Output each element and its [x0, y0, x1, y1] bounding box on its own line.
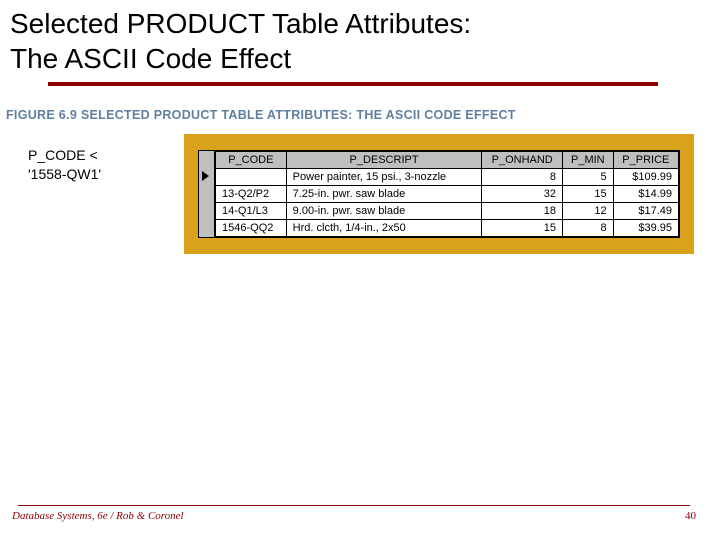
cell-ponhand: 8: [482, 169, 563, 186]
table-body: 11QER/31 Power painter, 15 psi., 3-nozzl…: [216, 169, 679, 237]
cell-pprice: $109.99: [613, 169, 678, 186]
table-row: 13-Q2/P2 7.25-in. pwr. saw blade 32 15 $…: [216, 186, 679, 203]
query-line-1: P_CODE <: [28, 147, 98, 163]
query-line-2: '1558-QW1': [28, 166, 101, 182]
page-number: 40: [685, 510, 696, 522]
query-text: P_CODE < '1558-QW1': [28, 146, 178, 184]
cell-pprice: $17.49: [613, 203, 678, 220]
cell-pdescript: Power painter, 15 psi., 3-nozzle: [286, 169, 482, 186]
cell-ponhand: 18: [482, 203, 563, 220]
footer-row: Database Systems, 6e / Rob & Coronel 40: [0, 506, 720, 522]
cell-pprice: $39.95: [613, 220, 678, 237]
cell-pmin: 12: [562, 203, 613, 220]
cell-pmin: 5: [562, 169, 613, 186]
cell-ponhand: 32: [482, 186, 563, 203]
cell-pmin: 8: [562, 220, 613, 237]
figure-number: FIGURE 6.9: [6, 108, 77, 122]
cell-pdescript: 9.00-in. pwr. saw blade: [286, 203, 482, 220]
content-row: P_CODE < '1558-QW1' P_CODE P_DESCRIPT P_…: [0, 130, 720, 254]
slide: Selected PRODUCT Table Attributes: The A…: [0, 0, 720, 540]
cell-pprice: $14.99: [613, 186, 678, 203]
cell-pdescript: Hrd. clcth, 1/4-in., 2x50: [286, 220, 482, 237]
cell-pcode: 13-Q2/P2: [216, 186, 287, 203]
footer-source: Database Systems, 6e / Rob & Coronel: [12, 510, 184, 522]
cell-pmin: 15: [562, 186, 613, 203]
table-row: 14-Q1/L3 9.00-in. pwr. saw blade 18 12 $…: [216, 203, 679, 220]
slide-title: Selected PRODUCT Table Attributes: The A…: [0, 0, 720, 76]
header-pcode: P_CODE: [216, 152, 287, 169]
cell-pcode: 14-Q1/L3: [216, 203, 287, 220]
header-pmin: P_MIN: [562, 152, 613, 169]
table-row: 11QER/31 Power painter, 15 psi., 3-nozzl…: [216, 169, 679, 186]
cell-pdescript: 7.25-in. pwr. saw blade: [286, 186, 482, 203]
cell-ponhand: 15: [482, 220, 563, 237]
header-pprice: P_PRICE: [613, 152, 678, 169]
title-underline: [48, 82, 658, 86]
cell-pcode: 11QER/31: [216, 169, 287, 186]
cell-pcode: 1546-QQ2: [216, 220, 287, 237]
result-panel: P_CODE P_DESCRIPT P_ONHAND P_MIN P_PRICE…: [184, 134, 694, 254]
title-line-1: Selected PRODUCT Table Attributes:: [10, 8, 471, 39]
figure-text: Selected PRODUCT Table Attributes: The A…: [81, 108, 516, 122]
header-pdescript: P_DESCRIPT: [286, 152, 482, 169]
current-row-arrow-icon: [202, 171, 209, 181]
title-line-2: The ASCII Code Effect: [10, 43, 291, 74]
figure-caption: FIGURE 6.9 Selected PRODUCT Table Attrib…: [6, 108, 720, 122]
product-table: P_CODE P_DESCRIPT P_ONHAND P_MIN P_PRICE…: [215, 151, 679, 237]
table-header-row: P_CODE P_DESCRIPT P_ONHAND P_MIN P_PRICE: [216, 152, 679, 169]
row-selector-gutter: [199, 151, 215, 237]
table-row: 1546-QQ2 Hrd. clcth, 1/4-in., 2x50 15 8 …: [216, 220, 679, 237]
slide-footer: Database Systems, 6e / Rob & Coronel 40: [0, 505, 720, 522]
result-grid: P_CODE P_DESCRIPT P_ONHAND P_MIN P_PRICE…: [198, 150, 680, 238]
header-ponhand: P_ONHAND: [482, 152, 563, 169]
